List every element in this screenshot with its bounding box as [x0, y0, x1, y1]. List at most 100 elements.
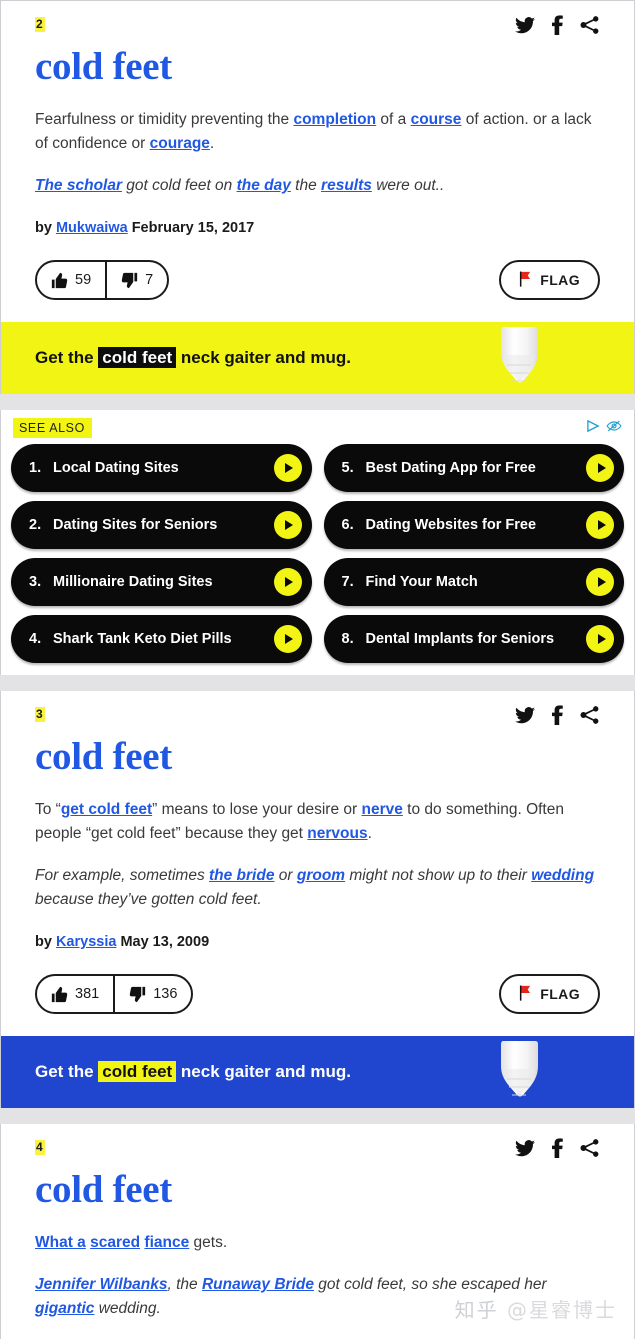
ad-item-number: 1. — [29, 460, 42, 476]
inline-text: For example, sometimes — [35, 867, 209, 884]
play-arrow-icon[interactable] — [273, 511, 302, 539]
upvote-button[interactable]: 381 — [37, 976, 113, 1012]
facebook-icon[interactable] — [552, 1138, 563, 1158]
merch-highlight: cold feet — [98, 1061, 177, 1082]
downvote-count: 7 — [145, 272, 154, 288]
ad-item[interactable]: 6. Dating Websites for Free — [323, 501, 624, 549]
definition-example: The scholar got cold feet on the day the… — [35, 174, 600, 198]
play-arrow-icon[interactable] — [586, 568, 614, 596]
inline-definition-link[interactable]: gigantic — [35, 1300, 94, 1317]
ad-item[interactable]: 8. Dental Implants for Seniors — [323, 615, 624, 663]
ad-item-label: Shark Tank Keto Diet Pills — [53, 631, 232, 647]
inline-definition-link[interactable]: the bride — [209, 867, 274, 884]
inline-text: the — [290, 177, 322, 194]
play-arrow-icon[interactable] — [273, 625, 302, 653]
inline-definition-link[interactable]: scared — [90, 1234, 140, 1251]
inline-definition-link[interactable]: Runaway Bride — [202, 1276, 314, 1293]
ad-item[interactable]: 7. Find Your Match — [323, 558, 624, 606]
upvote-button[interactable]: 59 — [37, 262, 105, 298]
definition-byline: by Karyssia May 13, 2009 — [35, 932, 600, 952]
twitter-icon[interactable] — [515, 1139, 535, 1157]
inline-definition-link[interactable]: nerve — [361, 801, 402, 818]
neck-gaiter-image — [489, 1039, 549, 1108]
flag-label: FLAG — [540, 986, 580, 1002]
ad-item-label: Dating Sites for Seniors — [53, 517, 218, 533]
upvote-count: 381 — [75, 986, 100, 1002]
definition-date: May 13, 2009 — [116, 934, 210, 950]
share-icon[interactable] — [580, 1139, 600, 1157]
definition-header: 3 — [35, 705, 600, 729]
share-icon[interactable] — [580, 16, 600, 34]
ad-item[interactable]: 3. Millionaire Dating Sites — [11, 558, 312, 606]
section-gap — [0, 394, 635, 410]
adchoices-group[interactable] — [586, 419, 622, 438]
play-arrow-icon[interactable] — [586, 625, 614, 653]
definition-meaning: To “get cold feet” means to lose your de… — [35, 798, 600, 846]
merch-banner-yellow[interactable]: Get the cold feet neck gaiter and mug. — [0, 322, 635, 394]
share-icon[interactable] — [580, 706, 600, 724]
section-gap — [0, 1108, 635, 1124]
definition-card-4: 4 cold feet What a scared fiance gets. J… — [0, 1124, 635, 1339]
ad-item-number: 7. — [341, 574, 354, 590]
inline-text: or — [274, 867, 297, 884]
hide-ad-eye-icon[interactable] — [606, 419, 622, 438]
play-arrow-icon[interactable] — [586, 511, 614, 539]
inline-text: . — [209, 135, 215, 152]
vote-row: 381 136 FLAG — [35, 974, 600, 1036]
inline-definition-link[interactable]: The scholar — [35, 177, 122, 194]
author-link[interactable]: Mukwaiwa — [56, 220, 128, 236]
definition-meaning: What a scared fiance gets. — [35, 1231, 600, 1255]
definition-header: 4 — [35, 1138, 600, 1162]
ad-item[interactable]: 4. Shark Tank Keto Diet Pills — [11, 615, 312, 663]
inline-definition-link[interactable]: results — [321, 177, 372, 194]
flag-button[interactable]: FLAG — [499, 974, 600, 1014]
twitter-icon[interactable] — [515, 16, 535, 34]
inline-definition-link[interactable]: courage — [150, 135, 210, 152]
ad-item-number: 4. — [29, 631, 42, 647]
facebook-icon[interactable] — [552, 705, 563, 725]
merch-suffix: neck gaiter and mug. — [176, 1062, 351, 1081]
definition-word[interactable]: cold feet — [35, 1167, 600, 1213]
facebook-icon[interactable] — [552, 15, 563, 35]
inline-definition-link[interactable]: get cold feet — [61, 801, 152, 818]
definition-meaning: Fearfulness or timidity preventing the c… — [35, 108, 600, 156]
ad-item[interactable]: 1. Local Dating Sites — [11, 444, 312, 492]
inline-definition-link[interactable]: course — [411, 111, 462, 128]
inline-text: ” means to lose your desire or — [152, 801, 362, 818]
inline-text: might not show up to their — [345, 867, 532, 884]
inline-text: , the — [167, 1276, 202, 1293]
definition-card-2: 2 cold feet Fearfulness or timidity prev… — [0, 0, 635, 322]
inline-definition-link[interactable]: nervous — [307, 825, 367, 842]
downvote-button[interactable]: 136 — [113, 976, 191, 1012]
ad-item-label: Dating Websites for Free — [365, 517, 537, 533]
ad-item[interactable]: 5. Best Dating App for Free — [323, 444, 624, 492]
inline-definition-link[interactable]: What a — [35, 1234, 86, 1251]
merch-text: Get the cold feet neck gaiter and mug. — [35, 1061, 351, 1083]
merch-suffix: neck gaiter and mug. — [176, 348, 351, 367]
inline-text: got cold feet on — [122, 177, 237, 194]
definition-word[interactable]: cold feet — [35, 44, 600, 90]
merch-banner-blue[interactable]: Get the cold feet neck gaiter and mug. — [0, 1036, 635, 1108]
ad-item-label: Dental Implants for Seniors — [365, 631, 555, 647]
inline-text: because they’ve gotten cold feet. — [35, 891, 262, 908]
author-link[interactable]: Karyssia — [56, 934, 116, 950]
merch-prefix: Get the — [35, 1062, 99, 1081]
inline-definition-link[interactable]: wedding — [531, 867, 594, 884]
twitter-icon[interactable] — [515, 706, 535, 724]
inline-definition-link[interactable]: Jennifer Wilbanks — [35, 1276, 168, 1293]
downvote-button[interactable]: 7 — [105, 262, 167, 298]
adchoices-triangle-icon[interactable] — [586, 419, 601, 438]
ad-item[interactable]: 2. Dating Sites for Seniors — [11, 501, 312, 549]
play-arrow-icon[interactable] — [273, 568, 302, 596]
ad-item-number: 5. — [341, 460, 354, 476]
inline-text: Fearfulness or timidity preventing the — [35, 111, 294, 128]
inline-definition-link[interactable]: groom — [297, 867, 345, 884]
definition-word[interactable]: cold feet — [35, 734, 600, 780]
inline-definition-link[interactable]: fiance — [144, 1234, 189, 1251]
inline-definition-link[interactable]: the day — [237, 177, 291, 194]
play-arrow-icon[interactable] — [586, 454, 614, 482]
play-arrow-icon[interactable] — [273, 454, 302, 482]
inline-definition-link[interactable]: completion — [293, 111, 376, 128]
flag-button[interactable]: FLAG — [499, 260, 600, 300]
ad-item-number: 3. — [29, 574, 42, 590]
